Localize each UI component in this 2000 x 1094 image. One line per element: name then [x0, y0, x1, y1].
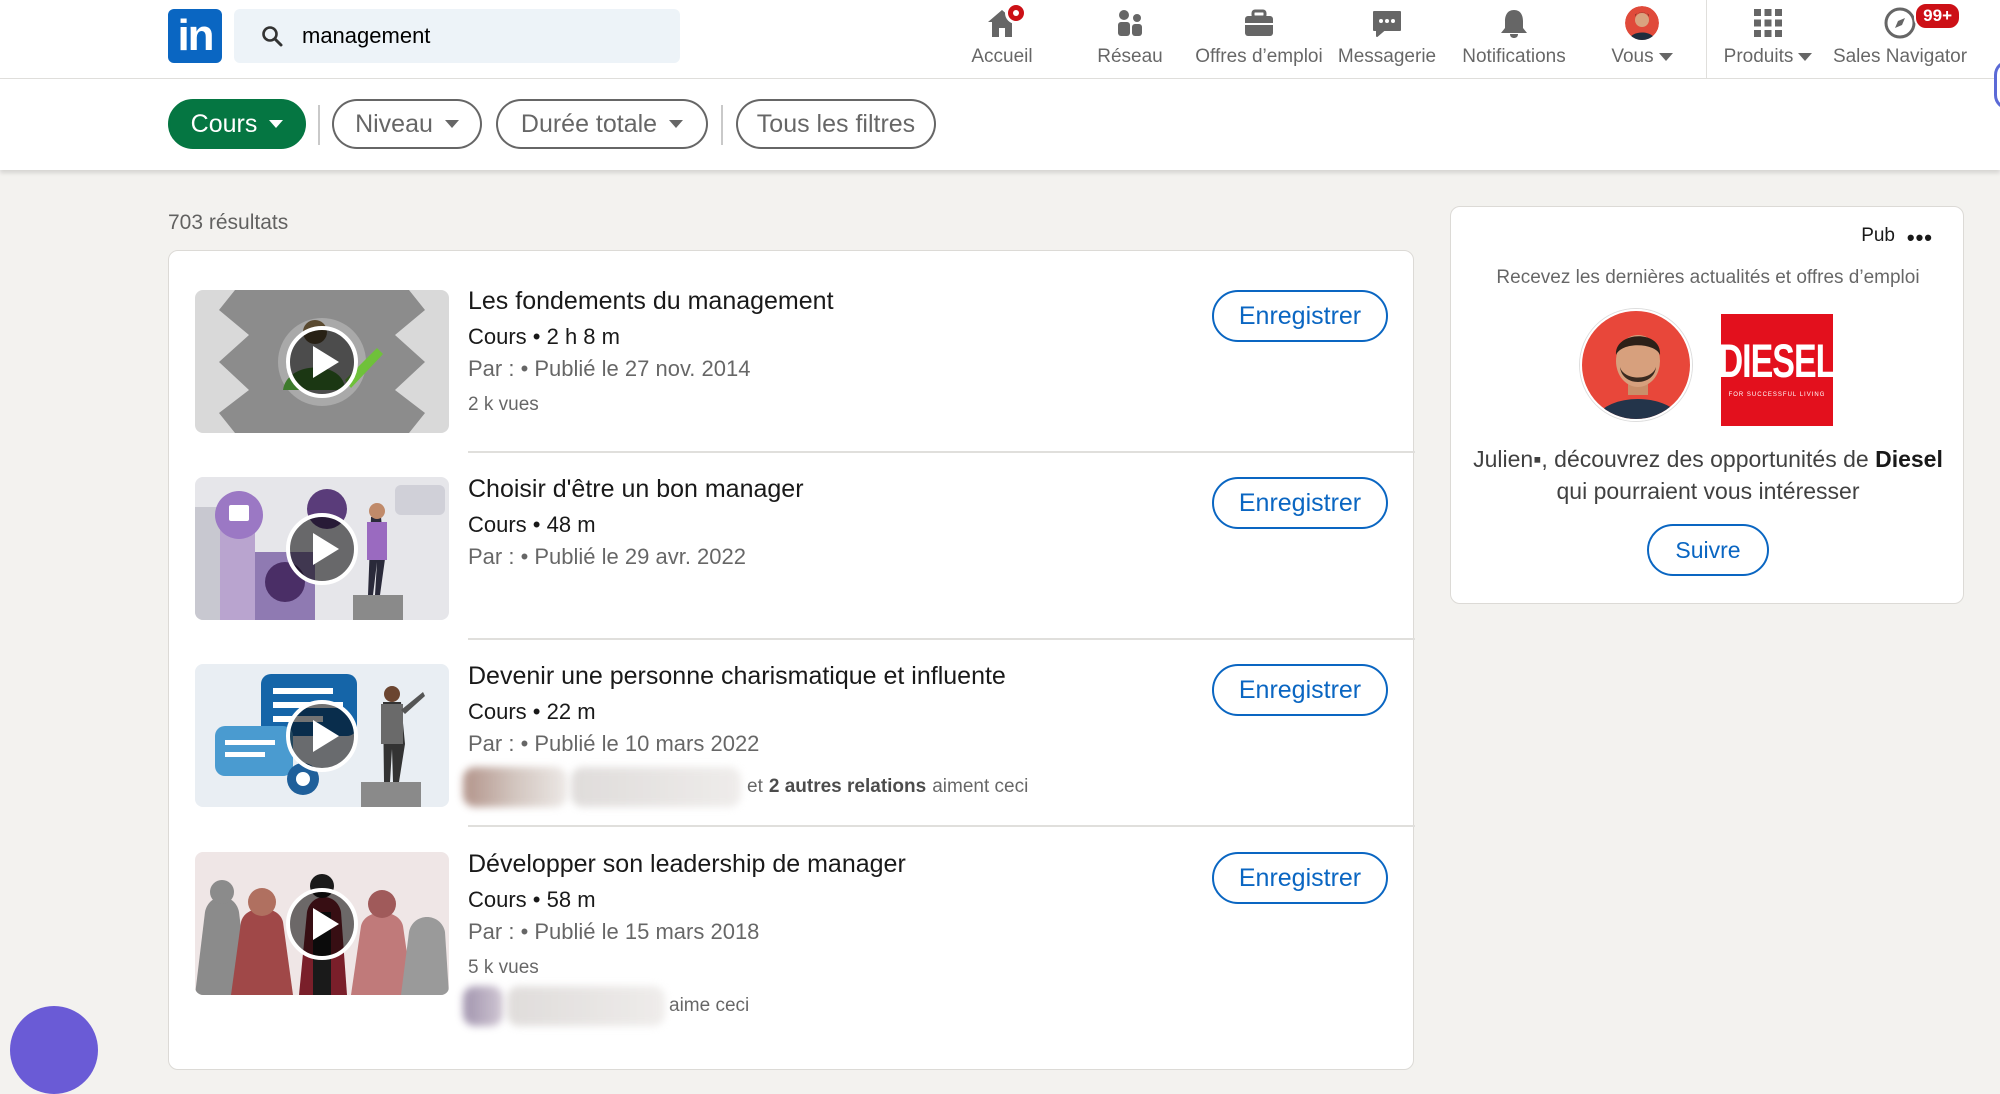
course-thumbnail[interactable] [195, 290, 449, 433]
ad-company-name: Diesel [1875, 446, 1943, 472]
course-published: Par : • Publié le 27 nov. 2014 [468, 356, 751, 381]
messaging-icon [1370, 6, 1404, 40]
all-filters-label: Tous les filtres [756, 109, 916, 138]
chevron-down-icon [444, 120, 459, 128]
course-meta: Cours • 58 m [468, 887, 596, 912]
nav-notifications-label: Notifications [1462, 46, 1566, 67]
save-button[interactable]: Enregistrer [1212, 664, 1388, 716]
filter-duration[interactable]: Durée totale [496, 99, 708, 149]
nav-jobs[interactable]: Offres d’emploi [1192, 0, 1326, 79]
chevron-down-icon [669, 120, 684, 128]
course-thumbnail[interactable] [195, 664, 449, 807]
course-thumbnail[interactable] [195, 852, 449, 995]
nav-home-label: Accueil [971, 46, 1033, 67]
company-logo-text: DIESEL [1718, 334, 1837, 388]
ad-message-end: qui pourraient vous intéresser [1556, 478, 1860, 504]
ad-card: Pub ••• Recevez les dernières actualités… [1450, 206, 1964, 604]
course-views: 5 k vues [468, 957, 539, 978]
connection-names [507, 986, 665, 1026]
all-filters-button[interactable]: Tous les filtres [736, 99, 936, 149]
grid-icon [1751, 6, 1785, 40]
filter-duration-label: Durée totale [520, 109, 658, 138]
filter-level[interactable]: Niveau [332, 99, 482, 149]
course-meta: Cours • 48 m [468, 512, 596, 537]
follow-button[interactable]: Suivre [1647, 524, 1769, 576]
save-button[interactable]: Enregistrer [1212, 477, 1388, 529]
course-title[interactable]: Les fondements du management [468, 287, 834, 316]
bell-icon [1497, 6, 1531, 40]
ad-message-start: Julien▪, découvrez des opportunités de [1473, 446, 1869, 472]
ad-tagline: Recevez les dernières actualités et offr… [1496, 267, 1920, 288]
social-connections[interactable]: 2 autres relations [769, 776, 926, 798]
company-logo[interactable]: DIESEL FOR SUCCESSFUL LIVING [1718, 314, 1837, 426]
chevron-down-icon [269, 120, 284, 128]
nav-me[interactable]: Vous [1602, 0, 1682, 79]
course-published: Par : • Publié le 15 mars 2018 [468, 919, 760, 944]
linkedin-logo[interactable]: in [168, 9, 222, 63]
filter-bar: Cours Niveau Durée totale Tous les filtr… [0, 79, 2000, 170]
briefcase-icon [1242, 6, 1276, 40]
social-proof: aime ceci [463, 986, 749, 1026]
results-list: Les fondements du management Cours • 2 h… [168, 250, 1415, 1070]
ad-label: Pub [1861, 225, 1895, 246]
course-meta: Cours • 2 h 8 m [468, 324, 620, 349]
nav-network-label: Réseau [1097, 46, 1163, 67]
nav-products-label: Produits [1723, 46, 1794, 67]
social-prefix: et [747, 776, 763, 797]
social-suffix: aiment ceci [932, 776, 1029, 797]
course-title[interactable]: Devenir une personne charismatique et in… [468, 662, 1006, 691]
filter-courses[interactable]: Cours [168, 99, 306, 149]
floating-action-button[interactable] [10, 1006, 98, 1094]
connection-avatars [463, 986, 503, 1026]
filter-courses-label: Cours [190, 109, 258, 138]
notification-dot [1005, 2, 1027, 24]
nav-divider [1706, 0, 1707, 79]
nav-home[interactable]: Accueil [964, 0, 1040, 79]
profile-avatar [1625, 6, 1659, 40]
nav-messaging[interactable]: Messagerie [1336, 0, 1438, 79]
divider [468, 451, 1415, 453]
nav-messaging-label: Messagerie [1337, 46, 1437, 67]
network-icon [1113, 6, 1147, 40]
connection-names [571, 767, 741, 807]
save-button[interactable]: Enregistrer [1212, 852, 1388, 904]
save-button[interactable]: Enregistrer [1212, 290, 1388, 342]
nav-me-label: Vous [1611, 46, 1654, 67]
course-thumbnail[interactable] [195, 477, 449, 620]
course-published: Par : • Publié le 10 mars 2022 [468, 731, 760, 756]
chevron-down-icon [1658, 52, 1673, 61]
top-navigation: in Accueil Réseau Offres d’emploi Messag… [0, 0, 2000, 79]
filter-level-label: Niveau [355, 109, 433, 138]
divider [468, 825, 1415, 827]
divider [468, 638, 1415, 640]
compass-icon: 99+ [1883, 2, 1961, 40]
nav-sales-navigator[interactable]: 99+ Sales Navigator [1830, 0, 1970, 79]
course-title[interactable]: Choisir d'être un bon manager [468, 475, 804, 504]
course-title[interactable]: Développer son leadership de manager [468, 850, 906, 879]
sales-navigator-badge: 99+ [1914, 2, 1961, 30]
home-icon [985, 2, 1027, 40]
results-count: 703 résultats [168, 211, 289, 234]
course-views: 2 k vues [468, 394, 539, 415]
search-icon [262, 26, 283, 47]
search-input[interactable] [300, 22, 660, 50]
user-avatar [1580, 309, 1692, 421]
connection-avatars [463, 767, 567, 807]
chevron-down-icon [1798, 52, 1813, 61]
social-suffix: aime ceci [669, 995, 750, 1016]
nav-sales-navigator-label: Sales Navigator [1832, 46, 1968, 67]
nav-products[interactable]: Produits [1716, 0, 1820, 79]
nav-notifications[interactable]: Notifications [1458, 0, 1570, 79]
company-logo-subtext: FOR SUCCESSFUL LIVING [1728, 391, 1826, 398]
course-meta: Cours • 22 m [468, 699, 596, 724]
ad-message: Julien▪, découvrez des opportunités de D… [1471, 443, 1945, 507]
social-proof: et 2 autres relations aiment ceci [463, 767, 1028, 807]
nav-jobs-label: Offres d’emploi [1195, 46, 1323, 67]
more-options-icon[interactable]: ••• [1907, 225, 1933, 251]
course-published: Par : • Publié le 29 avr. 2022 [468, 544, 746, 569]
search-box[interactable] [234, 9, 680, 63]
filter-divider [721, 105, 723, 145]
nav-network[interactable]: Réseau [1090, 0, 1170, 79]
filter-divider [318, 105, 320, 145]
